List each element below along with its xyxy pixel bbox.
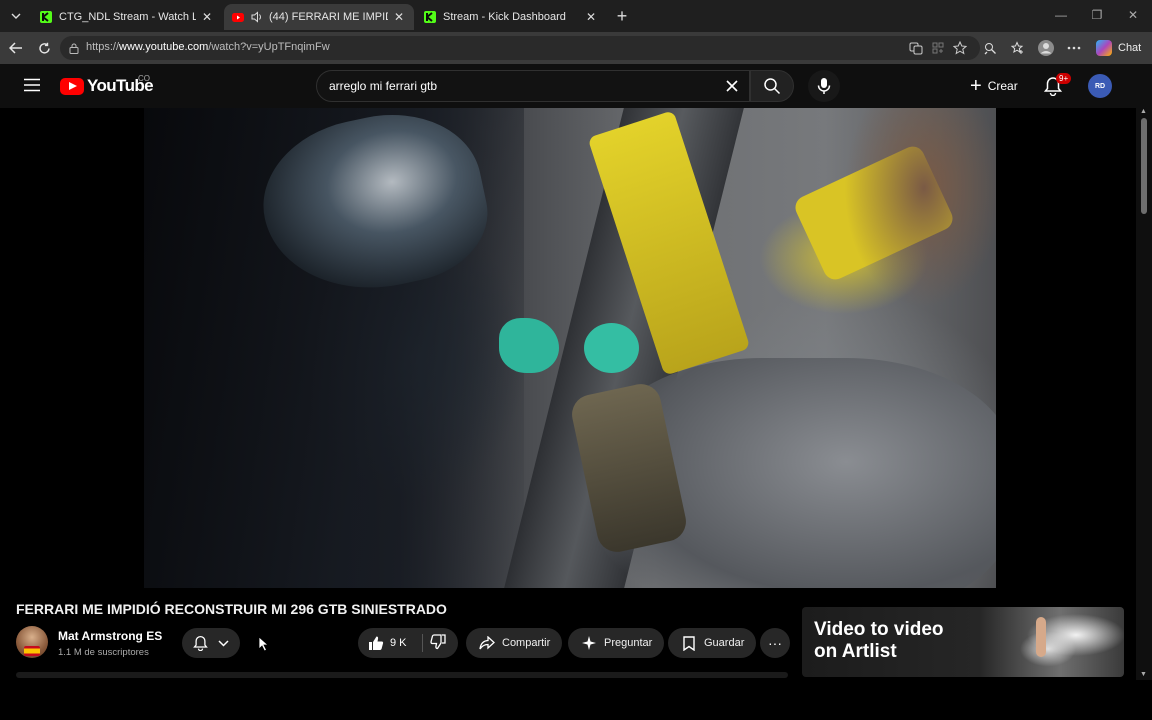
country-code: CO — [138, 74, 150, 83]
like-count: 9 K — [390, 637, 407, 649]
chevron-down-icon — [218, 639, 229, 647]
create-button[interactable]: + Crear — [960, 70, 1028, 102]
thumbs-up-icon — [369, 636, 384, 650]
search-query: arreglo mi ferrari gtb — [329, 79, 438, 93]
sparkle-icon — [580, 634, 598, 652]
account-avatar[interactable]: RD — [1088, 74, 1112, 98]
create-label: Crear — [987, 79, 1018, 93]
reload-icon[interactable] — [36, 40, 52, 56]
video-actions-row: Mat Armstrong ES 1.1 M de suscriptores 9… — [16, 626, 796, 662]
page-scrollbar[interactable]: ▲ ▼ — [1136, 108, 1152, 680]
search-icon — [764, 78, 781, 95]
dislike-button[interactable] — [430, 634, 446, 655]
back-arrow-icon[interactable] — [8, 40, 24, 56]
notification-badge: 9+ — [1056, 73, 1072, 84]
video-player-area — [0, 108, 1136, 588]
like-button[interactable]: 9 K — [368, 628, 407, 658]
search-input[interactable]: arreglo mi ferrari gtb — [316, 70, 750, 102]
ad-figure-image — [1036, 617, 1046, 657]
share-button[interactable]: Compartir — [466, 628, 563, 658]
microphone-icon — [817, 78, 831, 94]
ad-headline: Video to video on Artlist — [814, 619, 944, 663]
share-arrow-icon — [478, 634, 496, 652]
close-icon[interactable]: ✕ — [392, 10, 406, 24]
channel-name[interactable]: Mat Armstrong ES — [58, 629, 162, 643]
video-title: FERRARI ME IMPIDIÓ RECONSTRUIR MI 296 GT… — [16, 601, 447, 617]
save-label: Guardar — [704, 637, 745, 649]
video-frame-glove — [499, 318, 559, 373]
mouse-cursor-icon — [258, 636, 270, 652]
ask-button[interactable]: Preguntar — [568, 628, 665, 658]
youtube-play-icon — [60, 77, 84, 95]
search-button[interactable] — [750, 70, 794, 102]
bell-icon — [193, 635, 208, 651]
extensions-icon[interactable] — [982, 40, 998, 56]
speaker-icon[interactable] — [251, 11, 263, 23]
kick-icon — [424, 11, 436, 23]
copilot-chat-button[interactable]: Chat — [1096, 40, 1141, 56]
tab-label: Stream - Kick Dashboard — [443, 11, 566, 23]
chevron-down-icon — [11, 13, 21, 19]
subscription-notifications-button[interactable] — [182, 628, 240, 658]
app-available-icon[interactable] — [930, 40, 946, 56]
description-box-edge — [16, 672, 788, 678]
tab-kick-dashboard[interactable]: Stream - Kick Dashboard ✕ — [416, 4, 606, 30]
bookmark-icon — [680, 634, 698, 652]
more-menu-icon[interactable] — [1066, 40, 1082, 56]
subscriber-count: 1.1 M de suscriptores — [58, 647, 149, 658]
profile-avatar-icon[interactable] — [1038, 40, 1054, 56]
spain-flag-icon — [24, 646, 40, 656]
divider — [422, 634, 423, 652]
video-frame-person — [844, 108, 996, 308]
close-icon[interactable]: ✕ — [584, 10, 598, 24]
tab-youtube-video[interactable]: (44) FERRARI ME IMPIDIÓ REC ✕ — [224, 4, 414, 30]
ask-label: Preguntar — [604, 637, 653, 649]
copilot-icon — [1096, 40, 1112, 56]
scroll-thumb[interactable] — [1141, 118, 1147, 214]
minimize-icon[interactable]: — — [1054, 8, 1068, 22]
screen-bottom-bar — [0, 680, 1152, 720]
thumbs-down-icon — [430, 634, 446, 650]
youtube-masthead: YouTube CO arreglo mi ferrari gtb + Crea… — [0, 64, 1152, 108]
plus-icon: + — [970, 75, 982, 97]
window-close-icon[interactable]: ✕ — [1126, 8, 1140, 22]
site-info-icon[interactable] — [66, 40, 82, 56]
scroll-up-arrow-icon[interactable]: ▲ — [1140, 108, 1147, 115]
video-frame-glove — [584, 323, 639, 373]
voice-search-button[interactable] — [808, 70, 840, 102]
scroll-down-arrow-icon[interactable]: ▼ — [1140, 671, 1147, 678]
youtube-icon — [232, 11, 244, 23]
chat-label: Chat — [1118, 42, 1142, 54]
channel-avatar[interactable] — [16, 626, 48, 658]
restore-icon[interactable]: ❐ — [1090, 8, 1104, 22]
new-tab-button[interactable]: + — [612, 6, 632, 26]
artlist-ad-banner[interactable]: Video to video on Artlist — [802, 607, 1124, 677]
more-actions-button[interactable]: ··· — [760, 628, 790, 658]
tab-label: (44) FERRARI ME IMPIDIÓ REC — [269, 11, 388, 23]
favorites-icon[interactable] — [1010, 40, 1026, 56]
url-text: https://www.youtube.com/watch?v=yUpTFnqi… — [86, 41, 330, 53]
clear-search-icon[interactable] — [722, 76, 742, 96]
share-label: Compartir — [502, 637, 551, 649]
close-icon[interactable]: ✕ — [200, 10, 214, 24]
hamburger-menu-icon[interactable] — [24, 78, 40, 92]
ad-line-2: on Artlist — [814, 641, 897, 662]
tab-kick-stream[interactable]: CTG_NDL Stream - Watch Live on K ✕ — [32, 4, 222, 30]
translate-icon[interactable] — [908, 40, 924, 56]
save-button[interactable]: Guardar — [668, 628, 757, 658]
address-bar[interactable]: https://www.youtube.com/watch?v=yUpTFnqi… — [60, 36, 980, 60]
more-dots-icon: ··· — [768, 635, 782, 651]
kick-icon — [40, 11, 52, 23]
tab-actions-menu-button[interactable] — [6, 6, 26, 26]
like-dislike-group: 9 K — [358, 628, 458, 658]
video-player[interactable] — [144, 108, 996, 588]
browser-toolbar: https://www.youtube.com/watch?v=yUpTFnqi… — [0, 32, 1152, 64]
favorite-star-icon[interactable] — [952, 40, 968, 56]
browser-tab-strip: CTG_NDL Stream - Watch Live on K ✕ (44) … — [0, 0, 1152, 32]
ad-line-1: Video to video — [814, 619, 944, 640]
ad-wings-image — [992, 607, 1124, 677]
tab-label: CTG_NDL Stream - Watch Live on K — [59, 11, 196, 23]
